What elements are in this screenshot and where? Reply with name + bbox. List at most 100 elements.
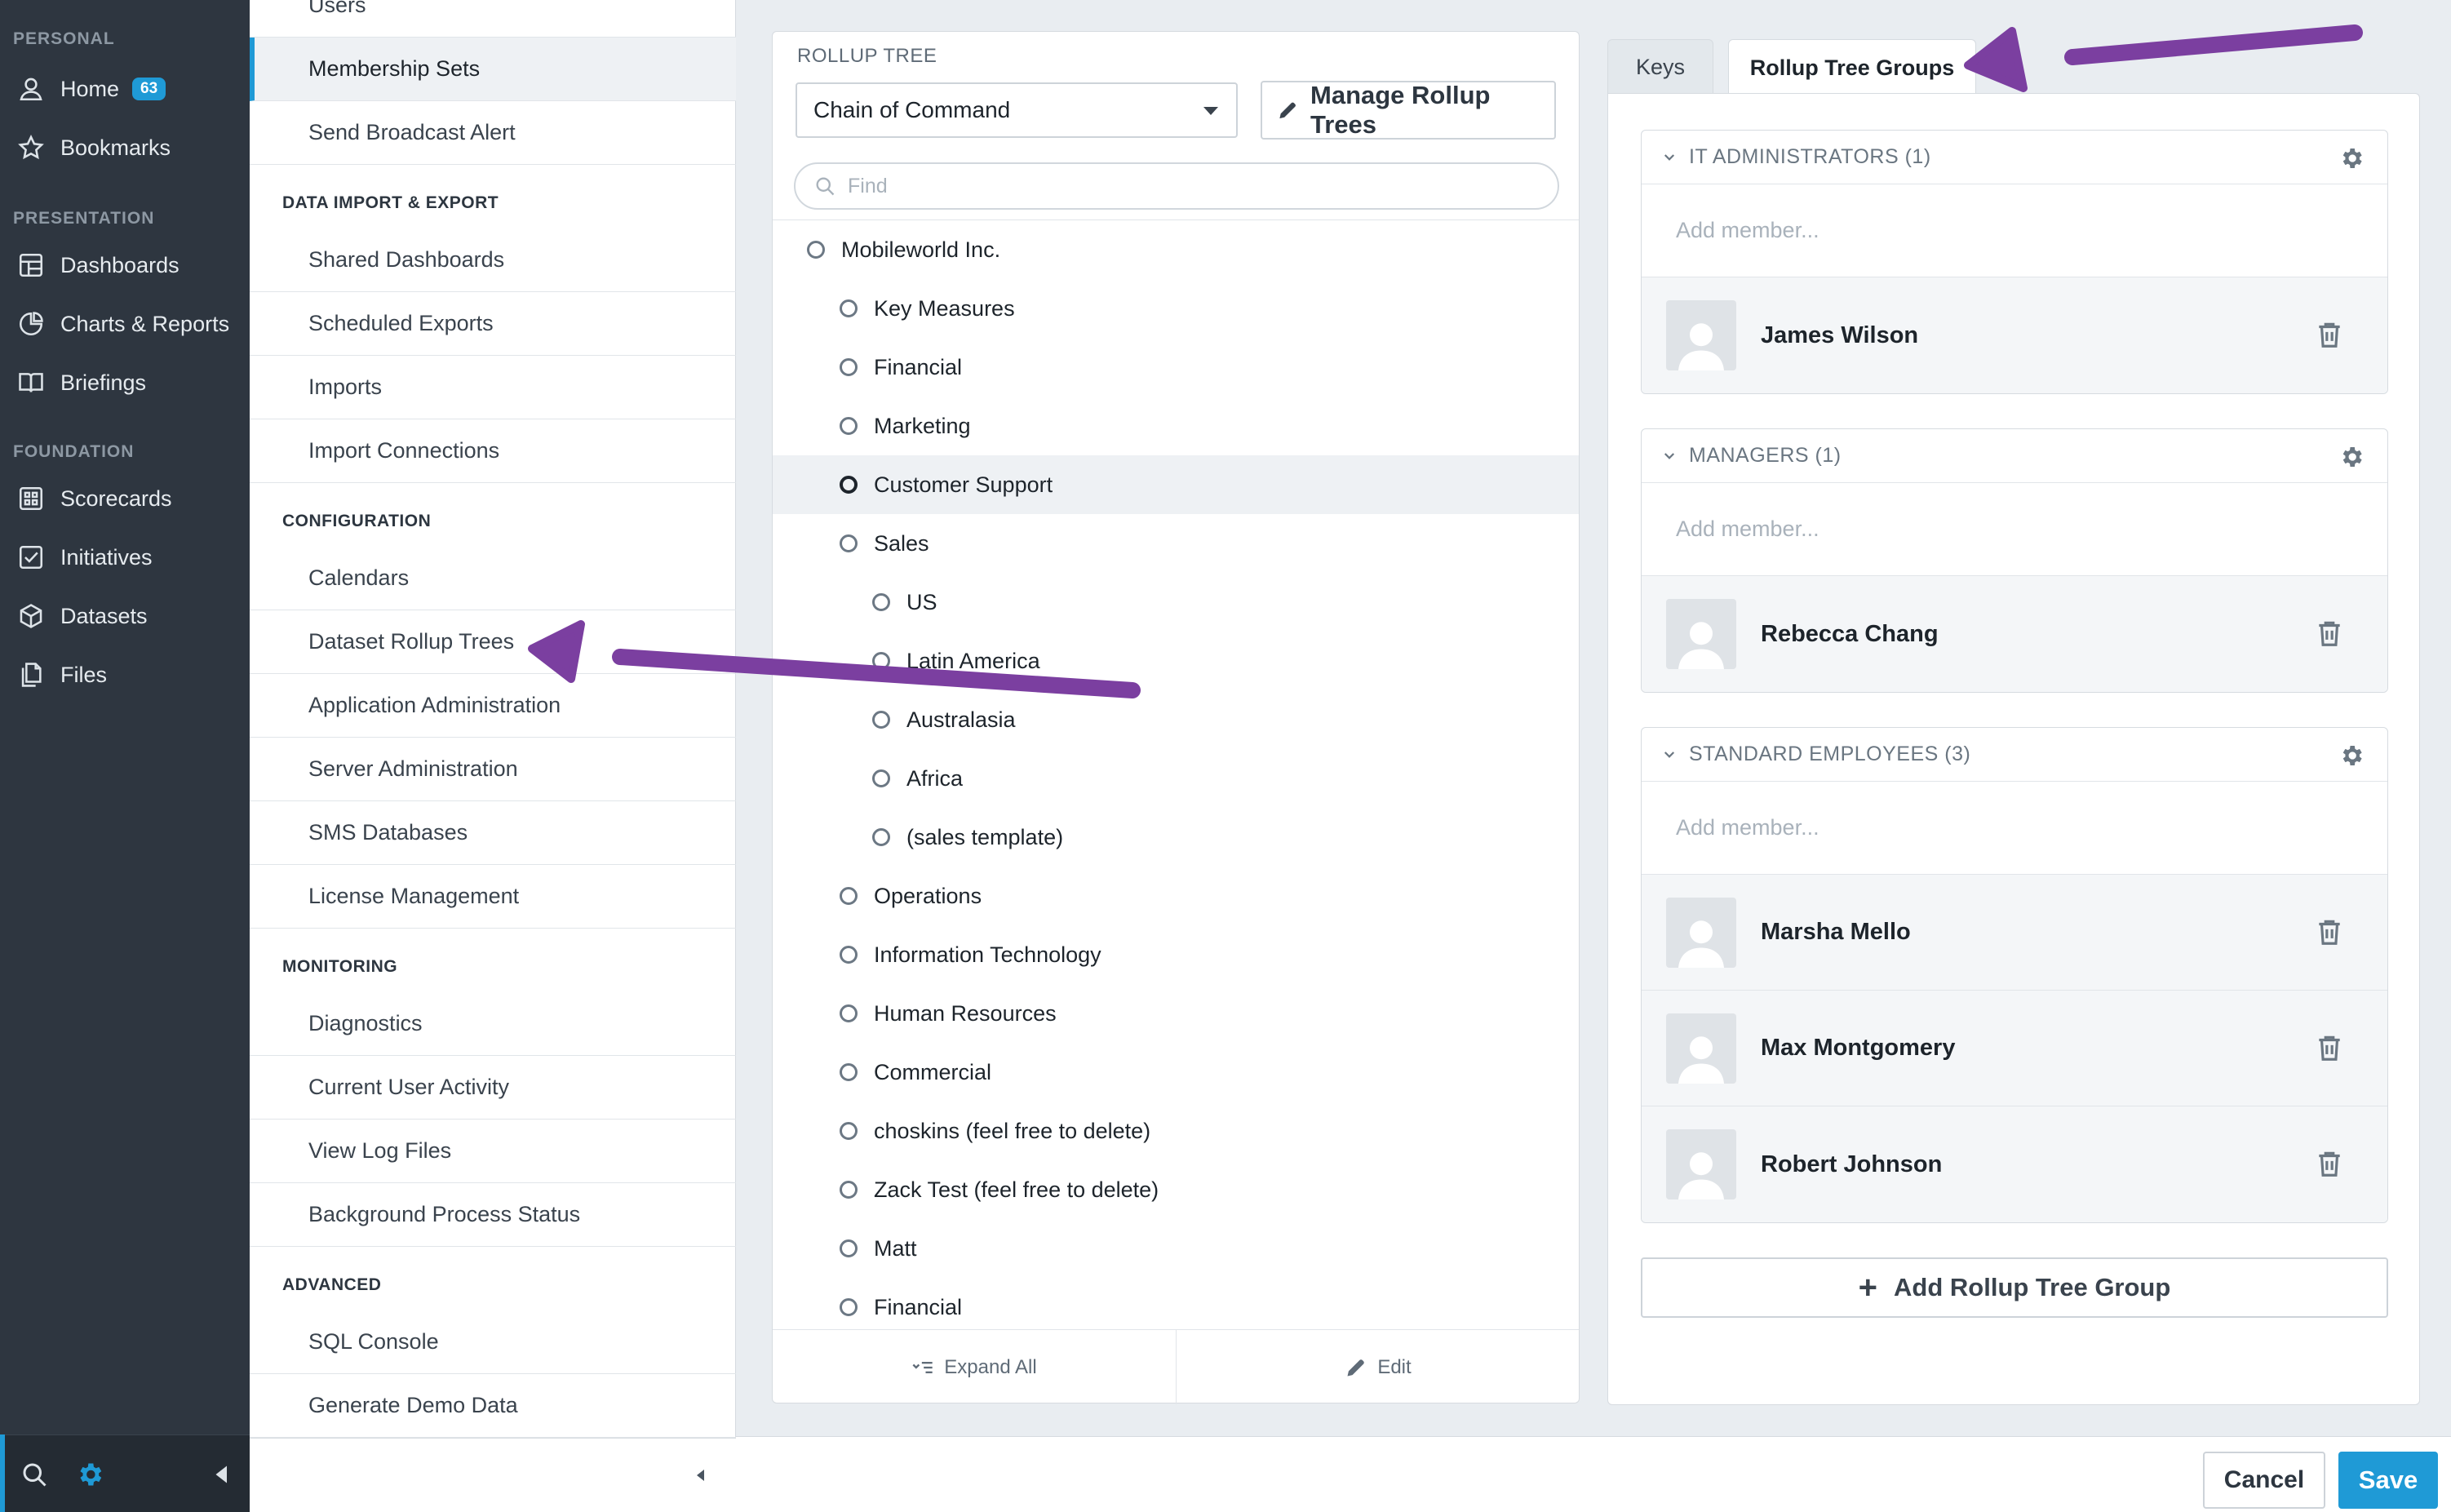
admin-item-current-user-activity[interactable]: Current User Activity: [250, 1056, 736, 1120]
cancel-button[interactable]: Cancel: [2203, 1452, 2325, 1509]
admin-item-sms-databases[interactable]: SMS Databases: [250, 801, 736, 865]
admin-item-application-administration[interactable]: Application Administration: [250, 674, 736, 738]
rollup-tree-select[interactable]: Chain of Command: [796, 82, 1238, 138]
admin-item-generate-demo-data[interactable]: Generate Demo Data: [250, 1374, 736, 1438]
admin-item-license-management[interactable]: License Management: [250, 865, 736, 929]
admin-item-import-connections[interactable]: Import Connections: [250, 419, 736, 483]
nav-section-presentation: PRESENTATION: [13, 209, 155, 228]
avatar: [1666, 897, 1736, 968]
tab-keys[interactable]: Keys: [1607, 39, 1713, 95]
trash-icon[interactable]: [2314, 916, 2345, 948]
manage-rollup-trees-label: Manage Rollup Trees: [1310, 81, 1491, 139]
tree-node-zack-test[interactable]: Zack Test (feel free to delete): [773, 1160, 1579, 1219]
admin-item-scheduled-exports[interactable]: Scheduled Exports: [250, 292, 736, 356]
admin-item-sql-console[interactable]: SQL Console: [250, 1310, 736, 1374]
nav-item-charts-reports[interactable]: Charts & Reports: [0, 297, 250, 351]
gear-icon[interactable]: [2338, 145, 2365, 171]
add-member-row: [1642, 483, 2387, 576]
nav-label-home: Home: [60, 76, 120, 101]
admin-item-calendars[interactable]: Calendars: [250, 547, 736, 610]
search-icon[interactable]: [18, 1458, 51, 1491]
tree-node-operations[interactable]: Operations: [773, 867, 1579, 925]
tree-node-information-technology[interactable]: Information Technology: [773, 925, 1579, 984]
admin-item-shared-dashboards[interactable]: Shared Dashboards: [250, 228, 736, 292]
tree-node-label: Financial: [874, 1294, 963, 1319]
tree-node-matt[interactable]: Matt: [773, 1219, 1579, 1278]
tree-node-marketing[interactable]: Marketing: [773, 397, 1579, 455]
trash-icon[interactable]: [2314, 1147, 2345, 1180]
gear-icon[interactable]: [2338, 444, 2365, 470]
chevron-down-icon: [1661, 149, 1678, 166]
radio-icon: [840, 1063, 858, 1081]
trash-icon[interactable]: [2314, 318, 2345, 351]
trash-icon[interactable]: [2314, 1031, 2345, 1064]
group-header[interactable]: STANDARD EMPLOYEES (3): [1642, 728, 2387, 782]
rollup-tree-select-value: Chain of Command: [813, 97, 1011, 122]
edit-button[interactable]: Edit: [1177, 1330, 1580, 1404]
tab-rollup-tree-groups[interactable]: Rollup Tree Groups: [1728, 39, 1976, 96]
group-standard-employees: STANDARD EMPLOYEES (3) Marsha Mello Max …: [1641, 727, 2388, 1223]
tree-node-choskins[interactable]: choskins (feel free to delete): [773, 1102, 1579, 1160]
collapse-panel-icon[interactable]: [689, 1463, 713, 1488]
caret-down-icon: [1203, 107, 1218, 115]
radio-icon: [840, 476, 858, 494]
tree-node-financial-2[interactable]: Financial: [773, 1278, 1579, 1337]
gear-icon[interactable]: [73, 1458, 106, 1491]
nav-item-initiatives[interactable]: Initiatives: [0, 530, 250, 584]
add-member-input[interactable]: [1676, 815, 2247, 840]
tree-node-australasia[interactable]: Australasia: [773, 690, 1579, 749]
admin-item-dataset-rollup-trees[interactable]: Dataset Rollup Trees: [250, 610, 736, 674]
add-member-input[interactable]: [1676, 218, 2247, 243]
tree-node-latin-america[interactable]: Latin America: [773, 632, 1579, 690]
tree-node-key-measures[interactable]: Key Measures: [773, 279, 1579, 338]
radio-icon: [807, 241, 825, 259]
tree-node-label: Information Technology: [874, 942, 1101, 967]
tree-node-mobileworld-inc[interactable]: Mobileworld Inc.: [773, 220, 1579, 279]
group-name: MANAGERS (1): [1689, 444, 1842, 467]
nav-item-briefings[interactable]: Briefings: [0, 356, 250, 410]
nav-label-scorecards: Scorecards: [60, 486, 172, 511]
rollup-tree-footer: Expand All Edit: [773, 1329, 1580, 1404]
tree-node-commercial[interactable]: Commercial: [773, 1043, 1579, 1102]
tree-node-sales[interactable]: Sales: [773, 514, 1579, 573]
tree-node-us[interactable]: US: [773, 573, 1579, 632]
admin-section-data-import-export: DATA IMPORT & EXPORT: [282, 193, 499, 212]
nav-item-home[interactable]: Home 63: [0, 62, 250, 116]
tree-node-financial[interactable]: Financial: [773, 338, 1579, 397]
gear-icon[interactable]: [2338, 743, 2365, 769]
tree-node-label: US: [906, 589, 937, 614]
admin-item-users[interactable]: Users: [250, 0, 736, 38]
tree-node-africa[interactable]: Africa: [773, 749, 1579, 808]
nav-item-datasets[interactable]: Datasets: [0, 589, 250, 643]
nav-item-dashboards[interactable]: Dashboards: [0, 238, 250, 292]
nav-item-scorecards[interactable]: Scorecards: [0, 472, 250, 525]
plus-icon: +: [1858, 1270, 1878, 1306]
admin-item-view-log-files[interactable]: View Log Files: [250, 1120, 736, 1183]
tree-search-input[interactable]: [848, 174, 1517, 198]
tree-node-sales-template[interactable]: (sales template): [773, 808, 1579, 867]
expand-all-button[interactable]: Expand All: [773, 1330, 1176, 1404]
add-rollup-tree-group-button[interactable]: + Add Rollup Tree Group: [1641, 1257, 2388, 1318]
tree-node-human-resources[interactable]: Human Resources: [773, 984, 1579, 1043]
save-button[interactable]: Save: [2338, 1452, 2438, 1509]
expand-all-label: Expand All: [944, 1355, 1037, 1378]
group-header[interactable]: MANAGERS (1): [1642, 429, 2387, 483]
group-managers: MANAGERS (1) Rebecca Chang: [1641, 428, 2388, 693]
tree-node-customer-support[interactable]: Customer Support: [773, 455, 1579, 514]
manage-rollup-trees-button[interactable]: Manage Rollup Trees: [1261, 81, 1556, 140]
nav-item-files[interactable]: Files: [0, 648, 250, 702]
admin-item-send-broadcast-alert[interactable]: Send Broadcast Alert: [250, 101, 736, 165]
star-icon: [15, 131, 47, 164]
admin-item-membership-sets[interactable]: Membership Sets: [250, 38, 736, 101]
trash-icon[interactable]: [2314, 617, 2345, 650]
cube-icon: [15, 600, 47, 632]
admin-item-diagnostics[interactable]: Diagnostics: [250, 992, 736, 1056]
group-header[interactable]: IT ADMINISTRATORS (1): [1642, 131, 2387, 184]
admin-item-background-process-status[interactable]: Background Process Status: [250, 1183, 736, 1247]
admin-item-imports[interactable]: Imports: [250, 356, 736, 419]
collapse-left-icon[interactable]: [206, 1458, 238, 1491]
add-member-row: [1642, 184, 2387, 277]
add-member-input[interactable]: [1676, 517, 2247, 542]
nav-item-bookmarks[interactable]: Bookmarks: [0, 121, 250, 175]
admin-item-server-administration[interactable]: Server Administration: [250, 738, 736, 801]
